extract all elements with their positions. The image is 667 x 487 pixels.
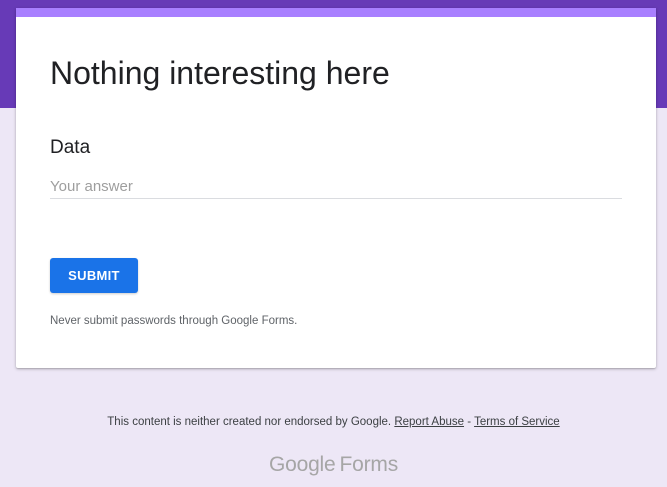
report-abuse-link[interactable]: Report Abuse <box>394 416 464 428</box>
question-label: Data <box>50 137 91 158</box>
card-accent-bar <box>16 8 656 17</box>
submit-button[interactable]: SUBMIT <box>50 258 138 293</box>
form-title: Nothing interesting here <box>50 55 390 91</box>
footer-separator: - <box>467 416 472 428</box>
logo-forms-text: Forms <box>339 453 399 476</box>
footer-disclaimer: This content is neither created nor endo… <box>107 416 392 428</box>
terms-of-service-link[interactable]: Terms of Service <box>474 416 560 428</box>
logo-google-text: Google <box>268 453 336 476</box>
footer: This content is neither created nor endo… <box>0 416 667 428</box>
google-forms-logo[interactable]: Google Forms <box>0 453 667 477</box>
answer-input[interactable] <box>50 174 622 199</box>
password-warning: Never submit passwords through Google Fo… <box>50 315 298 327</box>
form-card: Nothing interesting here Data SUBMIT Nev… <box>16 8 656 368</box>
